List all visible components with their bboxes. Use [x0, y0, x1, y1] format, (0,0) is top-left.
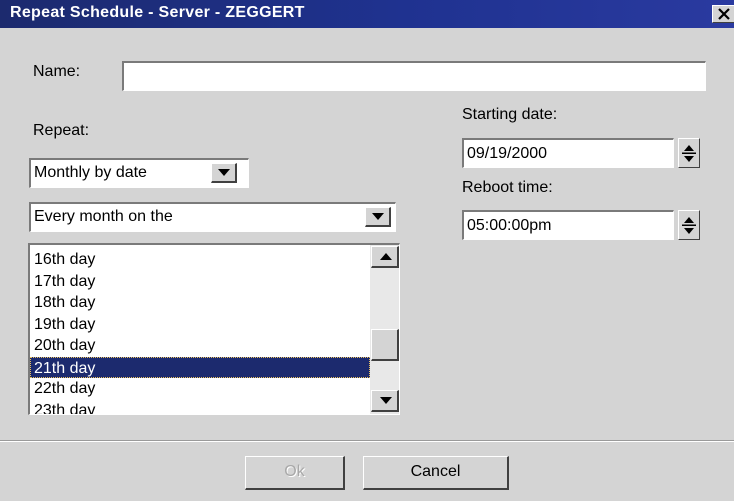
list-item[interactable]: 19th day — [30, 314, 370, 336]
repeat-mode-dropdown[interactable]: Monthly by date — [29, 158, 249, 188]
vertical-scrollbar[interactable] — [370, 245, 399, 414]
repeat-mode-dropdown-button[interactable] — [211, 163, 237, 183]
spin-up-down-icon — [682, 145, 696, 162]
ok-button[interactable]: Ok — [245, 456, 345, 490]
cancel-button[interactable]: Cancel — [363, 456, 509, 490]
starting-date-spinner[interactable] — [678, 138, 700, 168]
starting-date-value: 09/19/2000 — [467, 145, 548, 162]
list-item[interactable]: 23th day — [30, 400, 370, 415]
list-item[interactable]: 20th day — [30, 335, 370, 357]
dropdown-arrow-icon — [372, 213, 384, 220]
repeat-pattern-dropdown[interactable]: Every month on the — [29, 202, 396, 232]
window-title: Repeat Schedule - Server - ZEGGERT — [10, 4, 305, 21]
list-item[interactable]: 17th day — [30, 271, 370, 293]
day-list-items: 16th day 17th day 18th day 19th day 20th… — [30, 249, 370, 415]
name-label: Name: — [33, 63, 81, 80]
arrow-up-icon — [380, 253, 392, 260]
reboot-time-field[interactable]: 05:00:00pm — [462, 210, 674, 240]
arrow-down-icon — [380, 397, 392, 404]
day-listbox[interactable]: 16th day 17th day 18th day 19th day 20th… — [28, 243, 400, 415]
repeat-schedule-dialog: Repeat Schedule - Server - ZEGGERT Name:… — [0, 0, 734, 501]
list-item-selected[interactable]: 21th day — [30, 356, 370, 378]
starting-date-field[interactable]: 09/19/2000 — [462, 138, 674, 168]
dropdown-arrow-icon — [218, 169, 230, 176]
scroll-thumb[interactable] — [371, 329, 399, 361]
reboot-time-value: 05:00:00pm — [467, 217, 552, 234]
title-bar[interactable]: Repeat Schedule - Server - ZEGGERT — [0, 0, 734, 28]
starting-date-label: Starting date: — [462, 106, 558, 123]
scroll-down-button[interactable] — [371, 390, 399, 412]
spin-up-down-icon — [682, 217, 696, 234]
reboot-time-spinner[interactable] — [678, 210, 700, 240]
list-item[interactable]: 16th day — [30, 249, 370, 271]
close-icon — [718, 8, 730, 20]
repeat-label: Repeat: — [33, 122, 90, 139]
reboot-time-label: Reboot time: — [462, 179, 553, 196]
scroll-up-button[interactable] — [371, 246, 399, 268]
repeat-pattern-dropdown-button[interactable] — [365, 207, 391, 227]
close-button[interactable] — [712, 5, 734, 23]
list-item[interactable]: 22th day — [30, 378, 370, 400]
repeat-pattern-value: Every month on the — [34, 208, 173, 225]
name-field[interactable] — [122, 61, 706, 91]
list-item[interactable]: 18th day — [30, 292, 370, 314]
button-bar-separator — [0, 440, 734, 442]
repeat-mode-value: Monthly by date — [34, 164, 147, 181]
